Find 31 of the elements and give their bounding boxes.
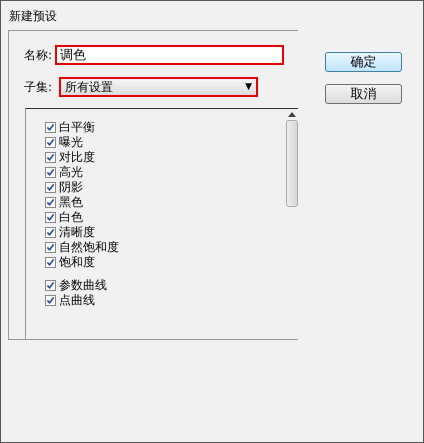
name-input-field[interactable]: 调色 (55, 45, 284, 65)
checkbox[interactable] (45, 122, 56, 133)
window-title: 新建预设 (8, 8, 58, 25)
checkbox[interactable] (45, 152, 56, 163)
subset-dropdown[interactable]: 所有设置 ▼ (59, 77, 258, 97)
checkbox[interactable] (45, 137, 56, 148)
checkbox[interactable] (45, 182, 56, 193)
setting-label: 参数曲线 (59, 278, 107, 293)
setting-label: 自然饱和度 (59, 240, 119, 255)
setting-label: 阴影 (59, 180, 83, 195)
name-label: 名称: (24, 46, 52, 64)
ok-button[interactable]: 确定 (325, 52, 402, 72)
setting-label: 饱和度 (59, 255, 95, 270)
setting-label: 白平衡 (59, 120, 95, 135)
checkbox[interactable] (45, 242, 56, 253)
setting-label: 点曲线 (59, 293, 95, 308)
setting-label: 对比度 (59, 150, 95, 165)
checkbox[interactable] (45, 257, 56, 268)
checkbox[interactable] (45, 212, 56, 223)
checkbox[interactable] (45, 280, 56, 291)
scroll-up-icon[interactable] (288, 112, 296, 117)
checkbox[interactable] (45, 295, 56, 306)
checkbox[interactable] (45, 197, 56, 208)
checkbox[interactable] (45, 227, 56, 238)
setting-label: 白色 (59, 210, 83, 225)
setting-label: 清晰度 (59, 225, 95, 240)
setting-label: 黑色 (59, 195, 83, 210)
setting-label: 曝光 (59, 135, 83, 150)
cancel-button[interactable]: 取消 (325, 84, 402, 104)
checkbox[interactable] (45, 167, 56, 178)
setting-label: 高光 (59, 165, 83, 180)
